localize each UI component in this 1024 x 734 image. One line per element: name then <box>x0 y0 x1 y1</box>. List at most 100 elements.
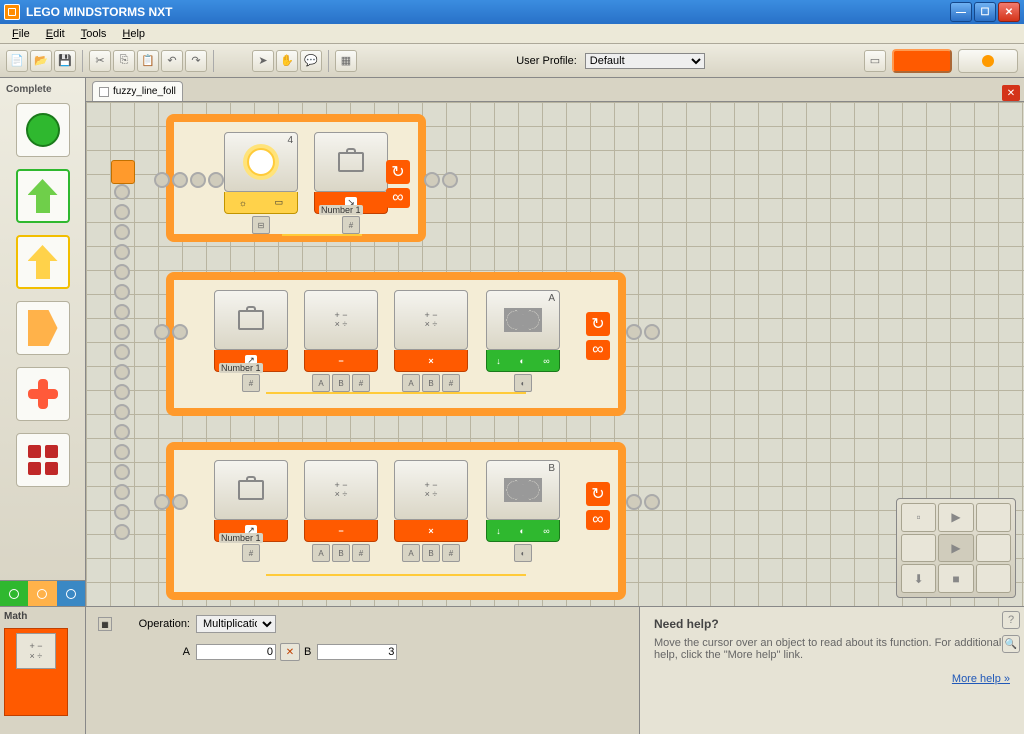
data-hub-out[interactable]: # <box>442 544 460 562</box>
loop-block-3[interactable]: Number 1↗ # + −× ÷ − AB# + −× ÷ × AB# B … <box>166 442 626 600</box>
nav-download-button[interactable]: ⬇ <box>901 564 936 593</box>
data-hub[interactable]: # <box>242 544 260 562</box>
data-hub-b[interactable]: B <box>332 544 350 562</box>
data-hub[interactable]: ◐ <box>514 374 532 392</box>
help-body: Move the cursor over an object to read a… <box>654 637 1010 661</box>
data-hub-out[interactable]: # <box>442 374 460 392</box>
data-hub-out[interactable]: # <box>352 544 370 562</box>
variable-icon <box>338 152 364 172</box>
nav-right-button[interactable] <box>976 534 1011 563</box>
open-button[interactable]: 📂 <box>30 50 52 72</box>
app-icon <box>4 4 20 20</box>
variable-read-block-a[interactable]: Number 1↗ # <box>214 290 288 392</box>
beam-icon <box>424 172 458 188</box>
motor-port-label: A <box>548 293 555 304</box>
menu-bar: FFileile Edit Tools Help <box>0 24 1024 44</box>
data-hub[interactable]: # <box>242 374 260 392</box>
palette-item-common[interactable] <box>16 103 70 157</box>
pointer-tool-button[interactable]: ➤ <box>252 50 274 72</box>
data-hub-out[interactable]: # <box>352 374 370 392</box>
cut-button[interactable]: ✂ <box>89 50 111 72</box>
data-hub-a[interactable]: A <box>312 544 330 562</box>
variable-write-block-1[interactable]: Number 1↘ # <box>314 132 388 234</box>
operator-icon: ✕ <box>280 643 300 661</box>
grid-button[interactable]: ▦ <box>335 50 357 72</box>
loop-condition-infinity[interactable]: ∞ <box>586 340 610 360</box>
paste-button[interactable]: 📋 <box>137 50 159 72</box>
math-block-a1[interactable]: + −× ÷ − AB# <box>304 290 378 392</box>
title-bar: LEGO MINDSTORMS NXT — ☐ ✕ <box>0 0 1024 24</box>
loop-block-1[interactable]: 4 ☼▭ ⊟ Number 1↘ # ↻ ∞ <box>166 114 426 242</box>
palette-item-advanced[interactable] <box>16 433 70 487</box>
palette-tab-complete[interactable] <box>28 580 56 606</box>
pan-tool-button[interactable]: ✋ <box>276 50 298 72</box>
palette-item-action[interactable] <box>16 169 70 223</box>
maximize-button[interactable]: ☐ <box>974 2 996 22</box>
menu-edit[interactable]: Edit <box>38 26 73 42</box>
math-block-b1[interactable]: + −× ÷ − AB# <box>304 460 378 562</box>
sensor-port-label: 4 <box>287 135 293 146</box>
document-tab[interactable]: fuzzy_line_foll <box>92 81 183 101</box>
more-help-link[interactable]: More help » <box>952 673 1010 685</box>
menu-file[interactable]: FFileile <box>4 26 38 42</box>
data-hub-b[interactable]: B <box>332 374 350 392</box>
loop-condition-infinity[interactable]: ∞ <box>586 510 610 530</box>
math-block-a2[interactable]: + −× ÷ × AB# <box>394 290 468 392</box>
palette-item-sensor[interactable] <box>16 235 70 289</box>
nav-cell-se[interactable] <box>976 564 1011 593</box>
palette-item-flow[interactable] <box>16 301 70 355</box>
data-hub-a[interactable]: A <box>312 374 330 392</box>
math-block-b2[interactable]: + −× ÷ × AB# <box>394 460 468 562</box>
nav-left-button[interactable] <box>901 534 936 563</box>
comment-tool-button[interactable]: 💬 <box>300 50 322 72</box>
copy-button[interactable]: ⎘ <box>113 50 135 72</box>
help-icon[interactable]: ? <box>1002 611 1020 629</box>
minimize-button[interactable]: — <box>950 2 972 22</box>
data-hub-b[interactable]: B <box>422 544 440 562</box>
beam-icon <box>154 494 188 510</box>
data-hub[interactable]: ⊟ <box>252 216 270 234</box>
motor-block-b[interactable]: B ↓◐∞ ◐ <box>486 460 560 562</box>
operation-select[interactable]: Multiplication <box>196 615 276 633</box>
menu-help[interactable]: Help <box>114 26 153 42</box>
nav-up-button[interactable]: ▶ <box>938 503 973 532</box>
palette-tab-custom[interactable] <box>57 580 85 606</box>
download-to-brick-button[interactable] <box>892 49 952 73</box>
help-title: Need help? <box>654 617 1010 631</box>
user-account-button[interactable] <box>958 49 1018 73</box>
search-icon[interactable]: 🔍 <box>1002 635 1020 653</box>
data-hub[interactable]: ◐ <box>514 544 532 562</box>
loop-condition-infinity[interactable]: ∞ <box>386 188 410 208</box>
input-a-field[interactable] <box>196 644 276 660</box>
nav-stop-button[interactable]: ■ <box>938 564 973 593</box>
data-hub-b[interactable]: B <box>422 374 440 392</box>
redo-button[interactable]: ↷ <box>185 50 207 72</box>
palette-tab-common[interactable] <box>0 580 28 606</box>
new-button[interactable]: 📄 <box>6 50 28 72</box>
help-panel: ? 🔍 Need help? Move the cursor over an o… <box>639 607 1024 734</box>
nav-cell-ne[interactable] <box>976 503 1011 532</box>
data-hub[interactable]: # <box>342 216 360 234</box>
data-hub-a[interactable]: A <box>402 544 420 562</box>
window-title: LEGO MINDSTORMS NXT <box>26 5 172 19</box>
input-b-field[interactable] <box>317 644 397 660</box>
save-button[interactable]: 💾 <box>54 50 76 72</box>
motor-block-a[interactable]: A ↓◐∞ ◐ <box>486 290 560 392</box>
start-block[interactable] <box>111 160 135 184</box>
light-sensor-block[interactable]: 4 ☼▭ ⊟ <box>224 132 298 234</box>
nav-cell-nw[interactable]: ▫ <box>901 503 936 532</box>
nav-center-button[interactable]: ▶ <box>938 534 973 563</box>
program-canvas[interactable]: 4 ☼▭ ⊟ Number 1↘ # ↻ ∞ <box>86 102 1024 606</box>
palette-item-data[interactable] <box>16 367 70 421</box>
close-tab-button[interactable]: ✕ <box>1002 85 1020 101</box>
variable-read-block-b[interactable]: Number 1↗ # <box>214 460 288 562</box>
close-window-button[interactable]: ✕ <box>998 2 1020 22</box>
beam-icon <box>154 324 188 340</box>
config-title: Math <box>4 611 81 622</box>
user-profile-select[interactable]: Default <box>585 53 705 69</box>
loop-block-2[interactable]: Number 1↗ # + −× ÷ − AB# + −× ÷ × AB# A … <box>166 272 626 416</box>
data-hub-a[interactable]: A <box>402 374 420 392</box>
nxt-window-button[interactable]: ▭ <box>864 50 886 72</box>
menu-tools[interactable]: Tools <box>73 26 115 42</box>
undo-button[interactable]: ↶ <box>161 50 183 72</box>
